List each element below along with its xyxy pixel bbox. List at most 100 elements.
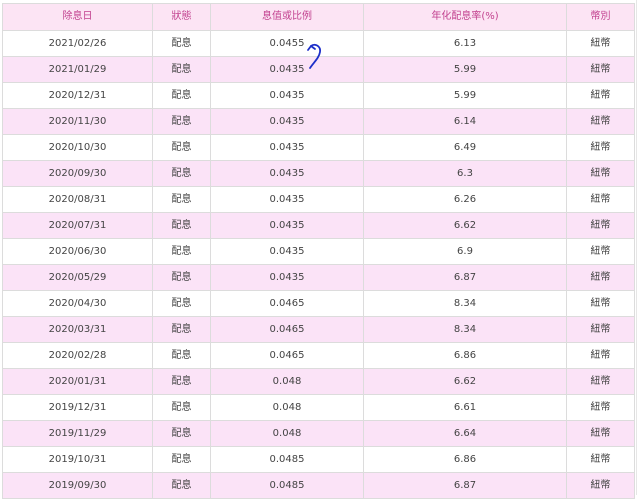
cell-status: 配息	[152, 212, 211, 239]
cell-ex-dividend-date: 2020/01/31	[2, 368, 153, 395]
cell-annualized-yield: 6.64	[363, 420, 567, 447]
cell-dividend-value: 0.0435	[210, 56, 364, 83]
cell-currency: 紐幣	[566, 368, 635, 395]
cell-annualized-yield: 6.26	[363, 186, 567, 213]
cell-status: 配息	[152, 160, 211, 187]
cell-annualized-yield: 6.61	[363, 394, 567, 421]
cell-dividend-value: 0.0435	[210, 264, 364, 291]
cell-status: 配息	[152, 290, 211, 317]
cell-dividend-value: 0.048	[210, 420, 364, 447]
cell-ex-dividend-date: 2020/05/29	[2, 264, 153, 291]
cell-currency: 紐幣	[566, 212, 635, 239]
header-annualized-yield[interactable]: 年化配息率(%)	[363, 3, 567, 31]
cell-ex-dividend-date: 2019/10/31	[2, 446, 153, 473]
dividend-table-container: 除息日 狀態 息值或比例 年化配息率(%) 幣別 2021/02/26 配息 0.0…	[2, 3, 635, 499]
table-row: 2020/10/30 配息 0.0435 6.49 紐幣	[2, 134, 635, 161]
cell-dividend-value: 0.0435	[210, 238, 364, 265]
cell-ex-dividend-date: 2019/12/31	[2, 394, 153, 421]
cell-ex-dividend-date: 2019/11/29	[2, 420, 153, 447]
cell-status: 配息	[152, 186, 211, 213]
cell-currency: 紐幣	[566, 186, 635, 213]
cell-ex-dividend-date: 2020/02/28	[2, 342, 153, 369]
cell-status: 配息	[152, 134, 211, 161]
cell-status: 配息	[152, 264, 211, 291]
cell-currency: 紐幣	[566, 394, 635, 421]
cell-annualized-yield: 6.13	[363, 30, 567, 57]
cell-currency: 紐幣	[566, 446, 635, 473]
table-row: 2020/02/28 配息 0.0465 6.86 紐幣	[2, 342, 635, 369]
table-row: 2021/01/29 配息 0.0435 5.99 紐幣	[2, 56, 635, 83]
cell-ex-dividend-date: 2020/06/30	[2, 238, 153, 265]
cell-annualized-yield: 5.99	[363, 56, 567, 83]
cell-annualized-yield: 6.62	[363, 212, 567, 239]
cell-status: 配息	[152, 368, 211, 395]
table-row: 2020/05/29 配息 0.0435 6.87 紐幣	[2, 264, 635, 291]
cell-currency: 紐幣	[566, 238, 635, 265]
cell-annualized-yield: 6.62	[363, 368, 567, 395]
table-row: 2020/12/31 配息 0.0435 5.99 紐幣	[2, 82, 635, 109]
cell-ex-dividend-date: 2020/11/30	[2, 108, 153, 135]
cell-currency: 紐幣	[566, 108, 635, 135]
cell-annualized-yield: 6.86	[363, 342, 567, 369]
cell-dividend-value: 0.0435	[210, 108, 364, 135]
cell-currency: 紐幣	[566, 30, 635, 57]
cell-dividend-value: 0.0435	[210, 186, 364, 213]
table-row: 2020/11/30 配息 0.0435 6.14 紐幣	[2, 108, 635, 135]
cell-ex-dividend-date: 2020/12/31	[2, 82, 153, 109]
cell-ex-dividend-date: 2020/08/31	[2, 186, 153, 213]
cell-dividend-value: 0.0465	[210, 316, 364, 343]
cell-annualized-yield: 6.9	[363, 238, 567, 265]
cell-ex-dividend-date: 2020/09/30	[2, 160, 153, 187]
cell-dividend-value: 0.0435	[210, 160, 364, 187]
dividend-table: 除息日 狀態 息值或比例 年化配息率(%) 幣別 2021/02/26 配息 0.0…	[2, 3, 635, 499]
table-row: 2019/12/31 配息 0.048 6.61 紐幣	[2, 394, 635, 421]
header-dividend-value[interactable]: 息值或比例	[210, 3, 364, 31]
header-currency[interactable]: 幣別	[566, 3, 635, 31]
cell-ex-dividend-date: 2020/03/31	[2, 316, 153, 343]
cell-currency: 紐幣	[566, 134, 635, 161]
cell-annualized-yield: 6.3	[363, 160, 567, 187]
cell-ex-dividend-date: 2020/10/30	[2, 134, 153, 161]
cell-currency: 紐幣	[566, 56, 635, 83]
cell-annualized-yield: 6.87	[363, 264, 567, 291]
cell-currency: 紐幣	[566, 82, 635, 109]
cell-dividend-value: 0.0435	[210, 134, 364, 161]
cell-status: 配息	[152, 316, 211, 343]
table-row: 2019/11/29 配息 0.048 6.64 紐幣	[2, 420, 635, 447]
table-row: 2021/02/26 配息 0.0455 6.13 紐幣	[2, 30, 635, 57]
cell-status: 配息	[152, 56, 211, 83]
cell-status: 配息	[152, 394, 211, 421]
table-row: 2020/04/30 配息 0.0465 8.34 紐幣	[2, 290, 635, 317]
cell-annualized-yield: 8.34	[363, 290, 567, 317]
cell-status: 配息	[152, 420, 211, 447]
cell-annualized-yield: 6.86	[363, 446, 567, 473]
header-status[interactable]: 狀態	[152, 3, 211, 31]
cell-ex-dividend-date: 2021/02/26	[2, 30, 153, 57]
cell-dividend-value: 0.0435	[210, 82, 364, 109]
table-row: 2020/09/30 配息 0.0435 6.3 紐幣	[2, 160, 635, 187]
cell-currency: 紐幣	[566, 420, 635, 447]
cell-annualized-yield: 6.49	[363, 134, 567, 161]
cell-annualized-yield: 5.99	[363, 82, 567, 109]
cell-dividend-value: 0.0485	[210, 446, 364, 473]
cell-ex-dividend-date: 2020/04/30	[2, 290, 153, 317]
cell-annualized-yield: 8.34	[363, 316, 567, 343]
cell-status: 配息	[152, 108, 211, 135]
cell-dividend-value: 0.048	[210, 394, 364, 421]
cell-currency: 紐幣	[566, 290, 635, 317]
cell-annualized-yield: 6.14	[363, 108, 567, 135]
table-row: 2020/07/31 配息 0.0435 6.62 紐幣	[2, 212, 635, 239]
cell-status: 配息	[152, 238, 211, 265]
table-row: 2020/08/31 配息 0.0435 6.26 紐幣	[2, 186, 635, 213]
table-row: 2020/06/30 配息 0.0435 6.9 紐幣	[2, 238, 635, 265]
table-row: 2020/01/31 配息 0.048 6.62 紐幣	[2, 368, 635, 395]
cell-dividend-value: 0.048	[210, 368, 364, 395]
cell-status: 配息	[152, 82, 211, 109]
cell-ex-dividend-date: 2020/07/31	[2, 212, 153, 239]
cell-currency: 紐幣	[566, 316, 635, 343]
cell-status: 配息	[152, 30, 211, 57]
cell-ex-dividend-date: 2021/01/29	[2, 56, 153, 83]
table-body: 2021/02/26 配息 0.0455 6.13 紐幣 2021/01/29 配息 0.04…	[2, 30, 635, 499]
header-ex-dividend-date[interactable]: 除息日	[2, 3, 153, 31]
cell-currency: 紐幣	[566, 160, 635, 187]
